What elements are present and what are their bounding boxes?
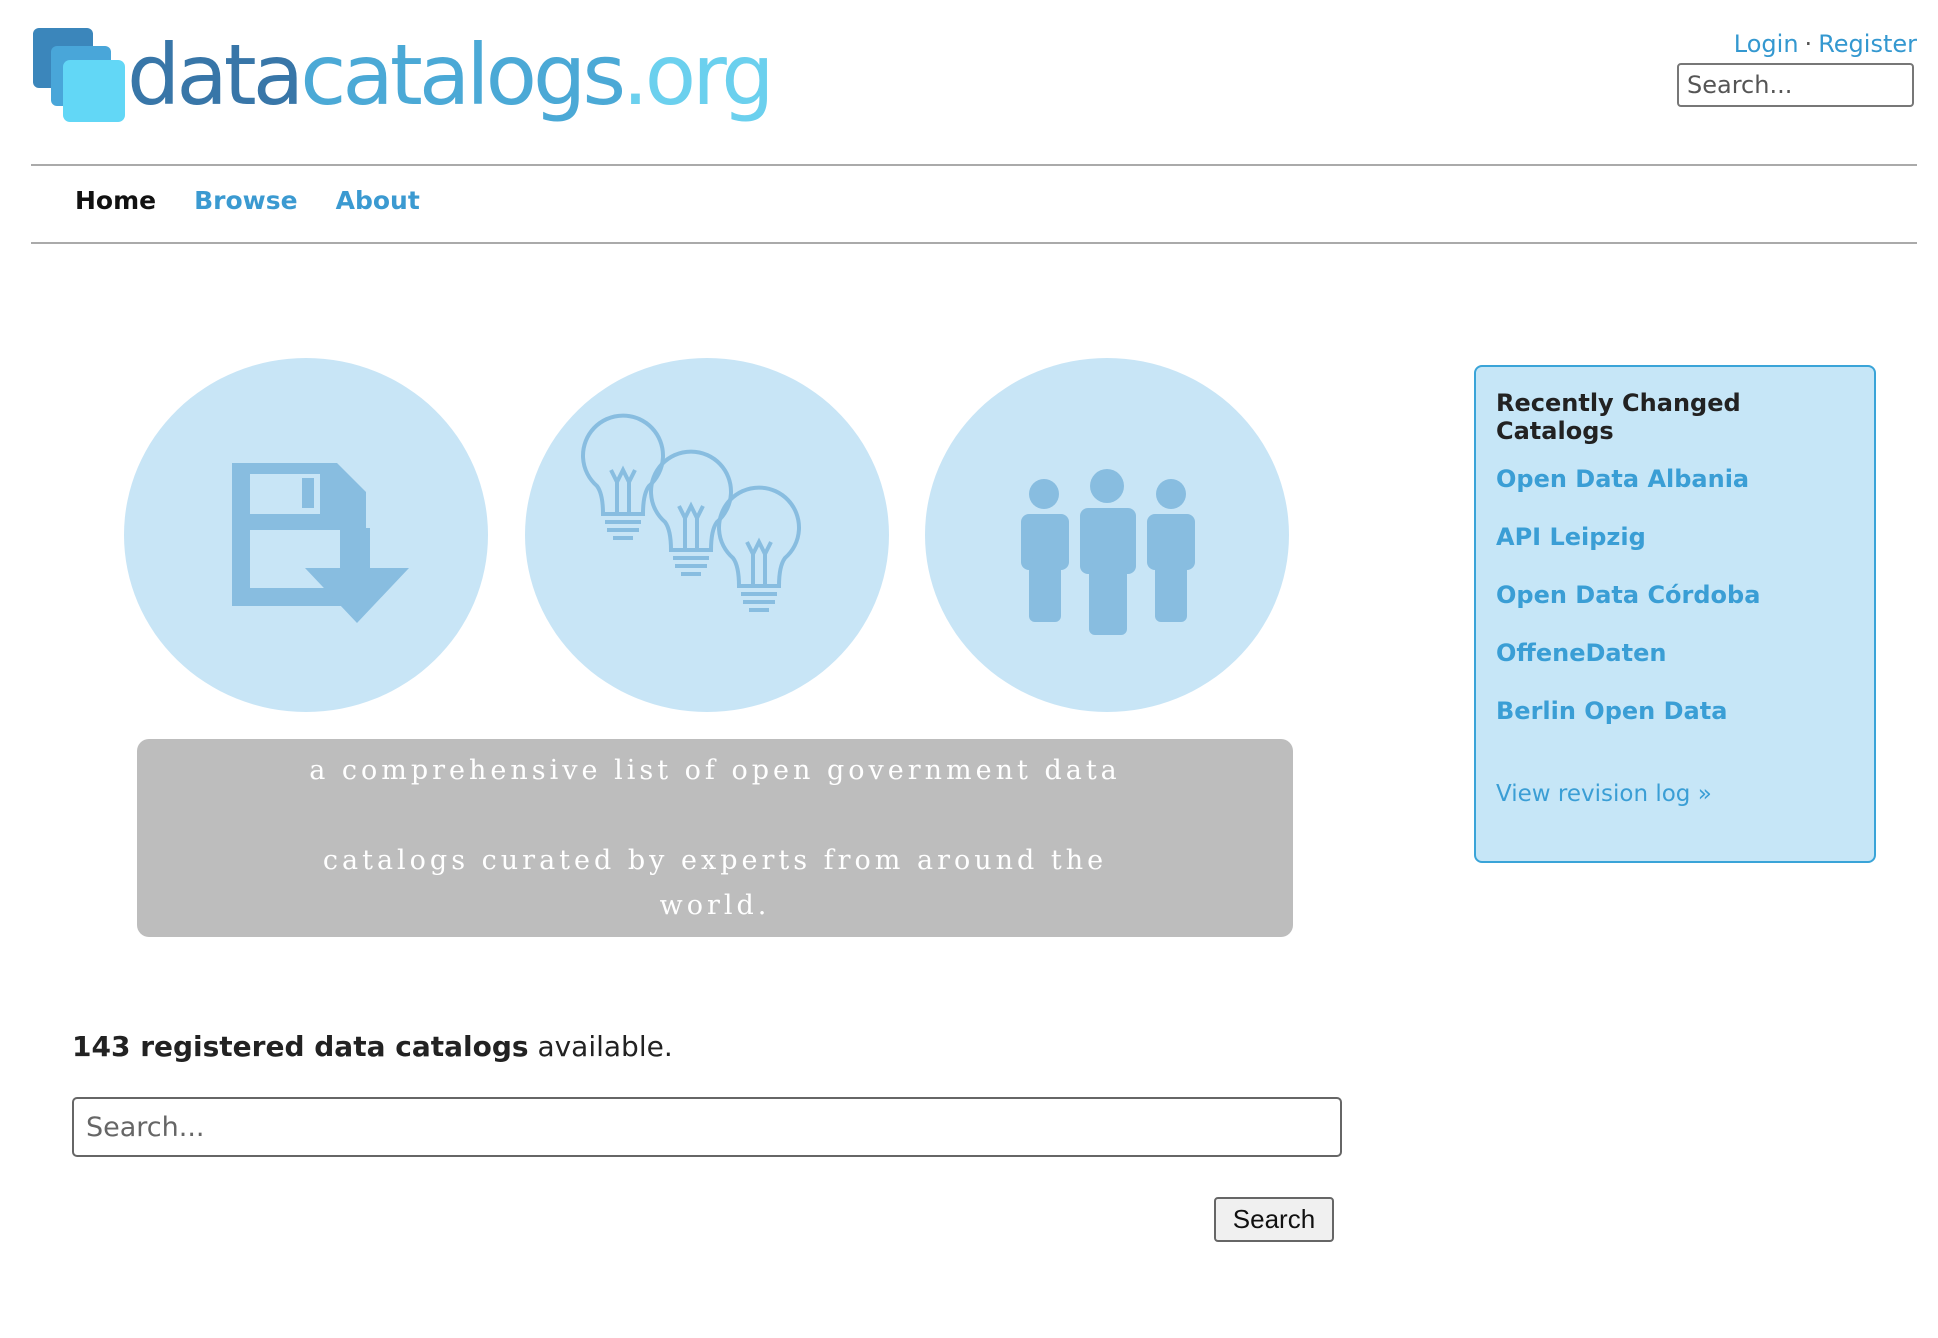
user-links-separator: ·: [1804, 30, 1813, 58]
catalog-link-berlin-open-data[interactable]: Berlin Open Data: [1496, 697, 1727, 725]
hero-circle-ideas: [525, 358, 889, 712]
hero-banner: a comprehensive list of open government …: [124, 358, 1294, 938]
catalog-count-bold: 143 registered data catalogs: [72, 1030, 529, 1063]
list-item: OffeneDaten: [1496, 639, 1854, 667]
logo-word-org: .org: [622, 26, 774, 124]
people-icon: [1021, 469, 1195, 635]
logo-mark-icon: [31, 26, 127, 124]
catalog-link-offenedaten[interactable]: OffeneDaten: [1496, 639, 1666, 667]
tagline-line-2: catalogs curated by experts from around …: [322, 845, 1108, 921]
logo-word-catalogs: catalogs: [300, 26, 626, 124]
nav-bottom-divider: [31, 242, 1917, 244]
view-revision-log-link[interactable]: View revision log »: [1496, 781, 1854, 807]
user-links: Login · Register: [1734, 30, 1917, 58]
catalog-search-input[interactable]: [72, 1097, 1342, 1157]
list-item: API Leipzig: [1496, 523, 1854, 551]
recent-catalogs-title: Recently Changed Catalogs: [1496, 389, 1741, 445]
catalog-count-suffix: available.: [528, 1030, 673, 1063]
logo-word-data: data: [127, 26, 304, 124]
list-item: Open Data Córdoba: [1496, 581, 1854, 609]
list-item: Berlin Open Data: [1496, 697, 1854, 725]
catalog-link-open-data-cordoba[interactable]: Open Data Córdoba: [1496, 581, 1760, 609]
tagline-line-1: a comprehensive list of open government …: [309, 755, 1121, 786]
recent-catalogs-list: Open Data Albania API Leipzig Open Data …: [1496, 465, 1854, 725]
catalog-link-open-data-albania[interactable]: Open Data Albania: [1496, 465, 1749, 493]
header-search-input[interactable]: [1677, 63, 1914, 107]
hero-circle-community: [925, 358, 1289, 712]
catalog-count: 143 registered data catalogs available.: [72, 1030, 673, 1063]
nav-about[interactable]: About: [336, 186, 420, 215]
search-button[interactable]: Search: [1214, 1197, 1334, 1242]
hero-tagline: a comprehensive list of open government …: [137, 739, 1293, 937]
hero-circle-download: [124, 358, 488, 712]
floppy-download-icon: [232, 463, 409, 623]
catalog-link-api-leipzig[interactable]: API Leipzig: [1496, 523, 1646, 551]
recent-catalogs-panel: Recently Changed Catalogs Open Data Alba…: [1474, 365, 1876, 863]
main-nav: Home Browse About: [75, 186, 458, 215]
login-link[interactable]: Login: [1734, 30, 1799, 58]
lightbulbs-icon: [581, 413, 801, 612]
site-logo[interactable]: datacatalogs.org: [31, 26, 775, 130]
nav-top-divider: [31, 164, 1917, 166]
nav-home[interactable]: Home: [75, 186, 156, 215]
logo-wordmark: datacatalogs.org: [127, 20, 775, 130]
nav-browse[interactable]: Browse: [194, 186, 298, 215]
list-item: Open Data Albania: [1496, 465, 1854, 493]
register-link[interactable]: Register: [1818, 30, 1917, 58]
